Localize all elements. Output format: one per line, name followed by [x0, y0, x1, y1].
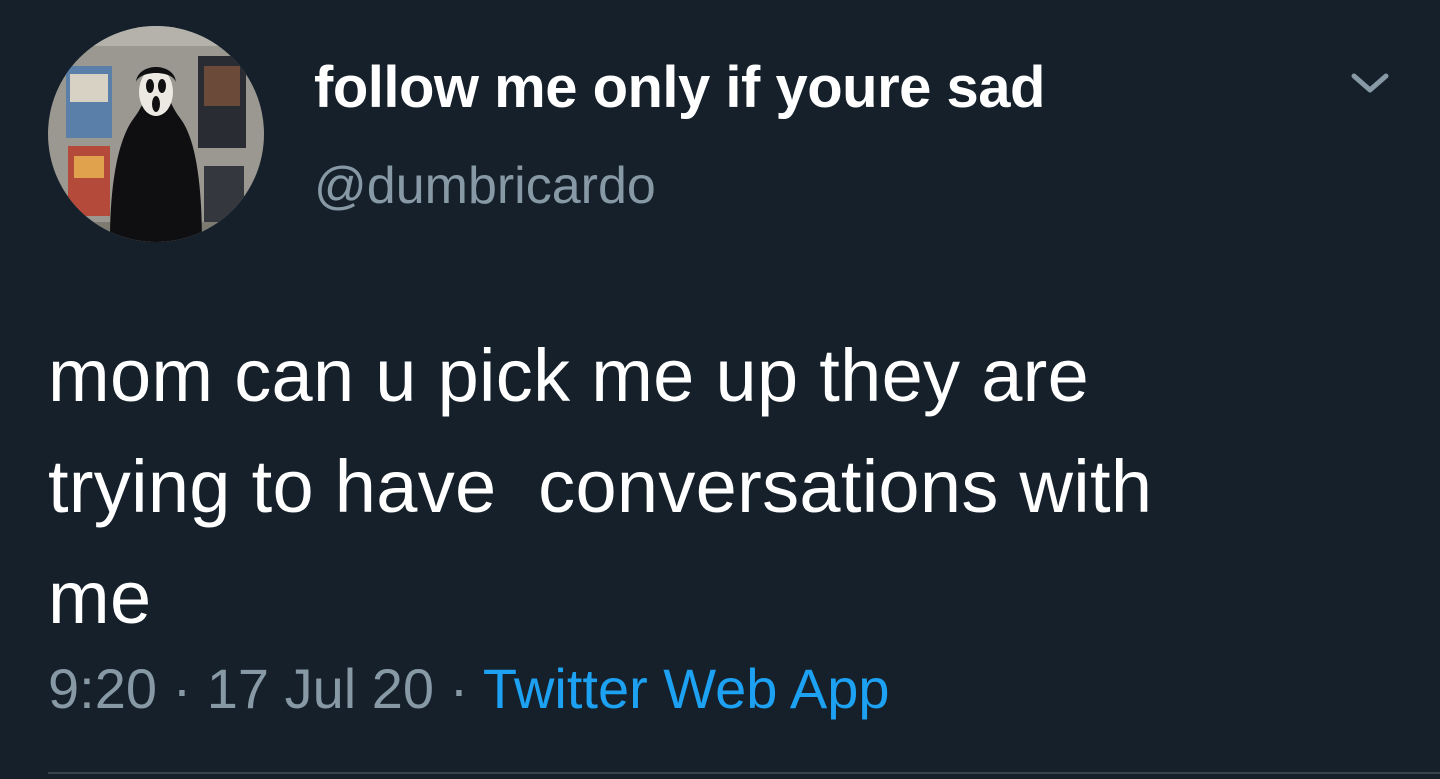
- meta-separator: ·: [449, 657, 469, 720]
- tweet-date[interactable]: 17 Jul 20: [207, 657, 434, 720]
- tweet-text: mom can u pick me up they are trying to …: [48, 334, 1153, 639]
- tweet-metadata: 9:20 · 17 Jul 20 · Twitter Web App: [48, 656, 890, 721]
- tweet-time[interactable]: 9:20: [48, 657, 157, 720]
- meta-separator: ·: [172, 657, 192, 720]
- user-handle[interactable]: @dumbricardo: [314, 156, 656, 216]
- display-name[interactable]: follow me only if youre sad: [314, 54, 1045, 121]
- divider: [48, 772, 1440, 774]
- chevron-down-icon[interactable]: [1346, 66, 1394, 100]
- avatar[interactable]: [48, 26, 264, 242]
- tweet-card: follow me only if youre sad @dumbricardo…: [0, 0, 1440, 779]
- tweet-source-link[interactable]: Twitter Web App: [483, 657, 890, 720]
- avatar-image: [48, 26, 264, 242]
